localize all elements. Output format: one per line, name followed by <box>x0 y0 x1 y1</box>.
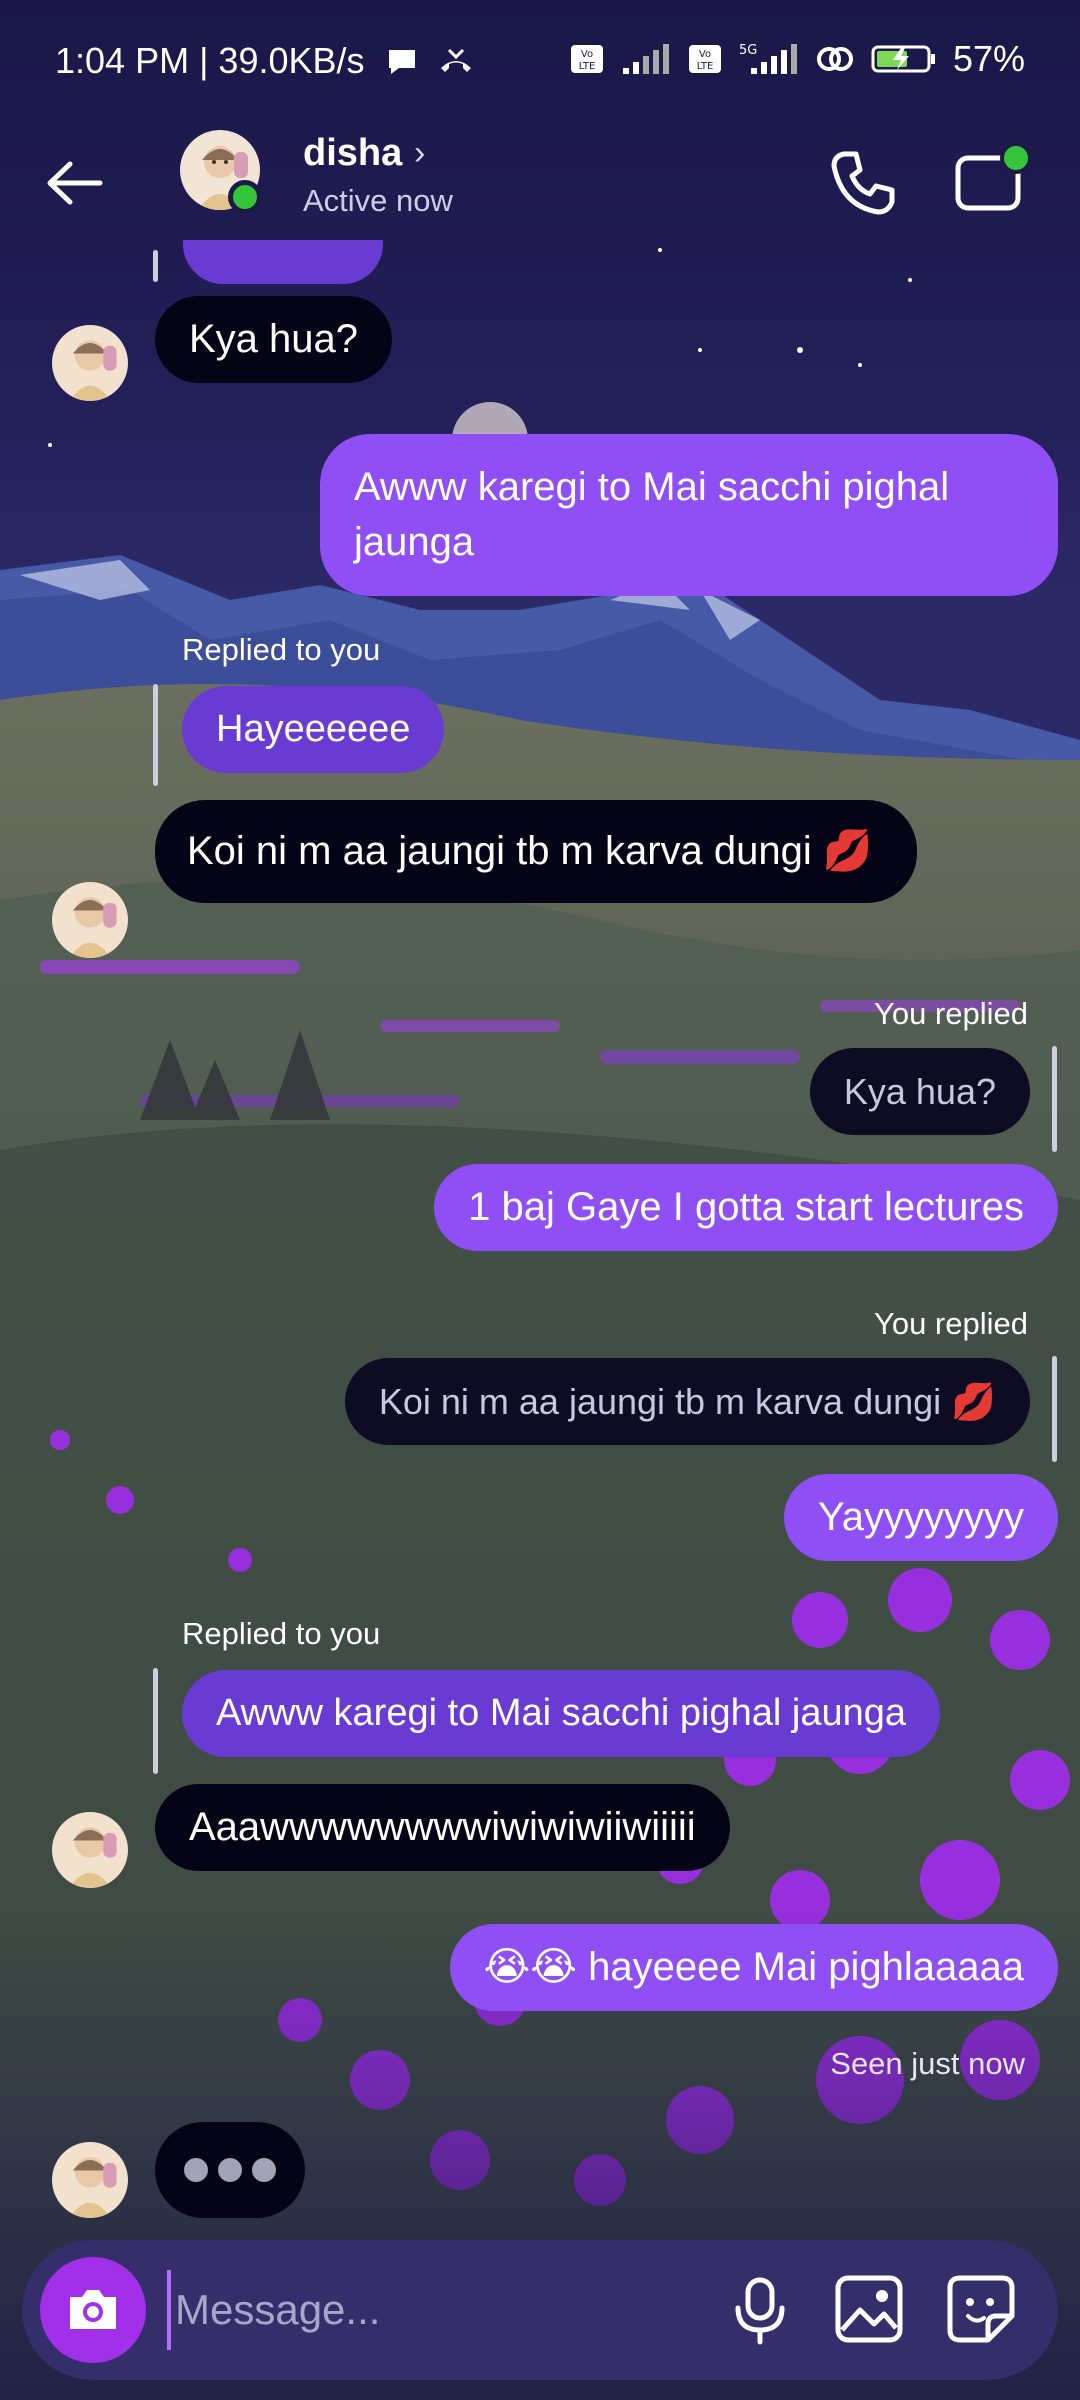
volte-icon: VoLTE <box>570 45 603 73</box>
status-right-icons: Vo LTE Vo LTE 5G 57% <box>569 38 1025 80</box>
reply-bar <box>153 250 158 282</box>
chevron-right-icon[interactable]: › <box>414 134 425 173</box>
reply-bar <box>1052 1046 1057 1152</box>
reply-label: Replied to you <box>182 1616 381 1651</box>
volte-icon-2: VoLTE <box>688 45 721 73</box>
typing-dot <box>184 2158 208 2182</box>
message-bubble-outgoing[interactable]: 😭😭 hayeeee Mai pighlaaaaa <box>449 1924 1058 2011</box>
typing-dot <box>252 2158 276 2182</box>
link-icon <box>816 47 853 71</box>
quoted-message[interactable]: Koi ni m aa jaungi tb m karva dungi 💋 <box>344 1358 1030 1445</box>
contact-name[interactable]: disha <box>303 132 402 175</box>
reply-bar <box>153 1668 158 1774</box>
avatar[interactable] <box>52 1812 128 1888</box>
gallery-icon[interactable] <box>830 2270 908 2348</box>
typing-indicator <box>155 2122 305 2218</box>
avatar[interactable] <box>52 882 128 958</box>
chat-notification-icon <box>389 50 415 74</box>
message-bubble-outgoing[interactable]: Awww karegi to Mai sacchi pighal jaunga <box>320 434 1058 596</box>
message-bubble-outgoing[interactable]: Yayyyyyyyy <box>784 1474 1058 1561</box>
back-arrow-icon[interactable] <box>40 148 110 218</box>
status-bar: 1:04 PM | 39.0KB/s Vo LTE Vo LTE 5G 57% <box>0 0 1080 130</box>
camera-button[interactable] <box>40 2257 146 2363</box>
message-bubble-incoming[interactable]: Aaawwwwwwwwiwiwiwiiwiiiii <box>155 1784 730 1871</box>
message-composer <box>22 2240 1058 2380</box>
message-bubble-outgoing[interactable]: 1 baj Gaye I gotta start lectures <box>434 1164 1058 1251</box>
reply-label: You replied <box>874 1306 1028 1341</box>
phone-icon[interactable] <box>822 142 902 222</box>
quoted-message[interactable]: Awww karegi to Mai sacchi pighal jaunga <box>182 1670 940 1757</box>
sticker-icon[interactable] <box>942 2270 1020 2348</box>
reply-bar <box>153 684 158 786</box>
reply-label: You replied <box>874 996 1028 1031</box>
avatar[interactable] <box>52 325 128 401</box>
quoted-message[interactable]: Hayeeeeee <box>182 686 445 773</box>
reply-bar <box>1052 1356 1057 1462</box>
contact-status: Active now <box>303 183 453 218</box>
svg-text:Vo: Vo <box>699 49 711 60</box>
camera-icon <box>70 2290 116 2329</box>
message-bubble-incoming[interactable]: Koi ni m aa jaungi tb m karva dungi 💋 <box>155 800 917 903</box>
reply-label: Replied to you <box>182 632 381 667</box>
svg-text:Vo: Vo <box>581 49 593 60</box>
svg-text:LTE: LTE <box>579 61 596 72</box>
video-call-icon[interactable] <box>950 138 1035 223</box>
seen-status: Seen just now <box>830 2046 1025 2081</box>
message-input[interactable] <box>167 2270 707 2350</box>
status-left-icons <box>385 44 475 78</box>
microphone-icon[interactable] <box>722 2272 798 2348</box>
online-status-dot <box>228 180 262 214</box>
svg-text:5G: 5G <box>739 43 757 58</box>
svg-text:LTE: LTE <box>697 61 714 72</box>
avatar[interactable] <box>52 2142 128 2218</box>
battery-icon <box>871 45 935 73</box>
chat-header: disha › Active now <box>0 120 1080 250</box>
missed-call-icon <box>441 48 471 72</box>
battery-percent: 57% <box>952 38 1025 79</box>
quoted-message[interactable]: Kya hua? <box>809 1048 1030 1135</box>
signal-5g-icon: 5G <box>739 43 797 74</box>
message-list: Kya hua? Awww karegi to Mai sacchi pigha… <box>0 0 1080 2400</box>
typing-dot <box>218 2158 242 2182</box>
message-bubble-incoming[interactable]: Kya hua? <box>155 296 393 383</box>
signal-icon <box>622 44 669 74</box>
status-time: 1:04 PM | 39.0KB/s <box>55 40 365 81</box>
